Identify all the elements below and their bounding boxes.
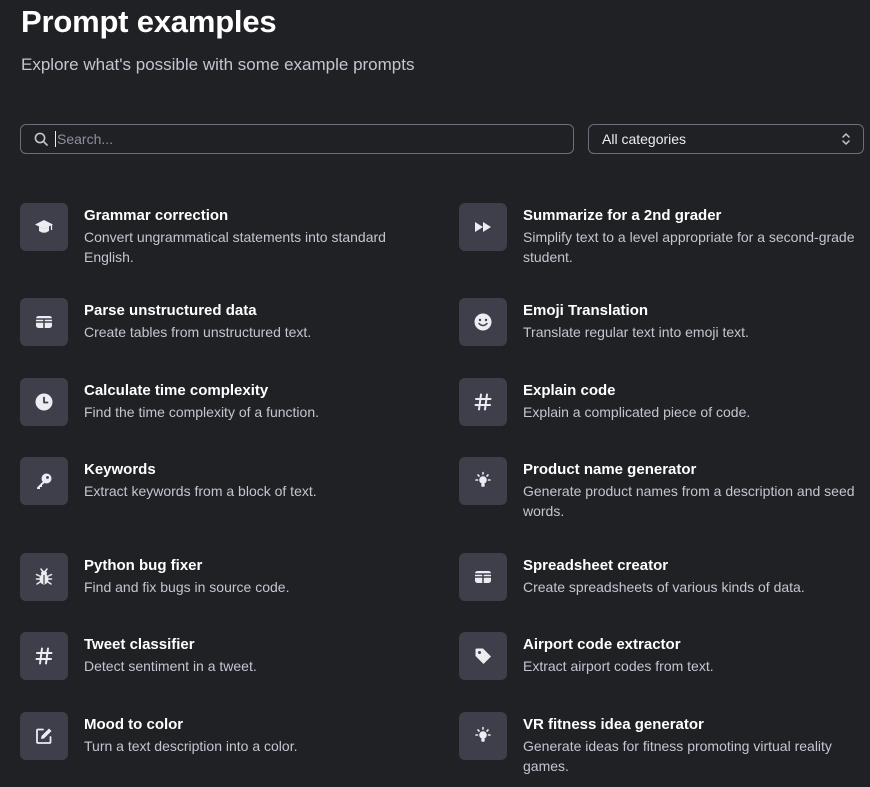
example-tweet-classifier[interactable]: Tweet classifier Detect sentiment in a t…: [20, 632, 420, 680]
example-name: Mood to color: [84, 716, 184, 733]
example-name: Tweet classifier: [84, 636, 195, 653]
example-description: Create tables from unstructured text.: [84, 324, 312, 340]
example-description: Find the time complexity of a function.: [84, 404, 319, 420]
clock-icon: [20, 378, 68, 426]
search-box[interactable]: [20, 124, 574, 154]
example-description: Extract keywords from a block of text.: [84, 483, 317, 499]
smiley-icon: [459, 298, 507, 346]
search-icon: [33, 131, 49, 147]
hashtag-icon: [20, 632, 68, 680]
lightbulb-icon: [459, 712, 507, 760]
example-keywords[interactable]: Keywords Extract keywords from a block o…: [20, 457, 420, 505]
example-description: Explain a complicated piece of code.: [523, 404, 751, 420]
category-select[interactable]: All categories: [588, 124, 864, 154]
example-description: Find and fix bugs in source code.: [84, 579, 290, 595]
page-subtitle: Explore what's possible with some exampl…: [21, 55, 415, 74]
chevron-up-down-icon: [841, 132, 851, 146]
example-name: Explain code: [523, 382, 616, 399]
edit-icon: [20, 712, 68, 760]
example-description: Translate regular text into emoji text.: [523, 324, 749, 340]
bug-icon: [20, 553, 68, 601]
example-name: Summarize for a 2nd grader: [523, 207, 722, 224]
category-select-value: All categories: [602, 131, 687, 147]
example-description: Generate product names from a descriptio…: [523, 483, 855, 519]
example-name: Keywords: [84, 461, 156, 478]
example-mood-to-color[interactable]: Mood to color Turn a text description in…: [20, 712, 420, 760]
example-name: Parse unstructured data: [84, 302, 257, 319]
example-calculate-time-complexity[interactable]: Calculate time complexity Find the time …: [20, 378, 420, 426]
example-name: Python bug fixer: [84, 557, 203, 574]
example-name: Grammar correction: [84, 207, 229, 224]
example-explain-code[interactable]: Explain code Explain a complicated piece…: [459, 378, 859, 426]
example-name: Calculate time complexity: [84, 382, 269, 399]
example-summarize-2nd-grader[interactable]: Summarize for a 2nd grader Simplify text…: [459, 203, 859, 267]
table-icon: [459, 553, 507, 601]
key-icon: [20, 457, 68, 505]
tag-icon: [459, 632, 507, 680]
hashtag-icon: [459, 378, 507, 426]
example-name: Product name generator: [523, 461, 697, 478]
example-emoji-translation[interactable]: Emoji Translation Translate regular text…: [459, 298, 859, 346]
page-title: Prompt examples: [21, 4, 277, 39]
fast-forward-icon: [459, 203, 507, 251]
example-name: Airport code extractor: [523, 636, 681, 653]
example-description: Extract airport codes from text.: [523, 658, 714, 674]
example-parse-unstructured-data[interactable]: Parse unstructured data Create tables fr…: [20, 298, 420, 346]
example-vr-fitness-idea-generator[interactable]: VR fitness idea generator Generate ideas…: [459, 712, 859, 776]
lightbulb-icon: [459, 457, 507, 505]
table-icon: [20, 298, 68, 346]
example-description: Generate ideas for fitness promoting vir…: [523, 738, 832, 774]
example-airport-code-extractor[interactable]: Airport code extractor Extract airport c…: [459, 632, 859, 680]
example-product-name-generator[interactable]: Product name generator Generate product …: [459, 457, 859, 521]
example-description: Convert ungrammatical statements into st…: [84, 229, 386, 265]
graduation-cap-icon: [20, 203, 68, 251]
prompt-examples-page: Prompt examples Explore what's possible …: [0, 0, 870, 787]
example-description: Create spreadsheets of various kinds of …: [523, 579, 805, 595]
example-name: Emoji Translation: [523, 302, 649, 319]
example-spreadsheet-creator[interactable]: Spreadsheet creator Create spreadsheets …: [459, 553, 859, 601]
example-description: Turn a text description into a color.: [84, 738, 298, 754]
example-python-bug-fixer[interactable]: Python bug fixer Find and fix bugs in so…: [20, 553, 420, 601]
example-name: Spreadsheet creator: [523, 557, 669, 574]
example-grammar-correction[interactable]: Grammar correction Convert ungrammatical…: [20, 203, 420, 267]
example-description: Simplify text to a level appropriate for…: [523, 229, 855, 265]
example-name: VR fitness idea generator: [523, 716, 704, 733]
example-description: Detect sentiment in a tweet.: [84, 658, 257, 674]
search-input[interactable]: [55, 131, 557, 147]
